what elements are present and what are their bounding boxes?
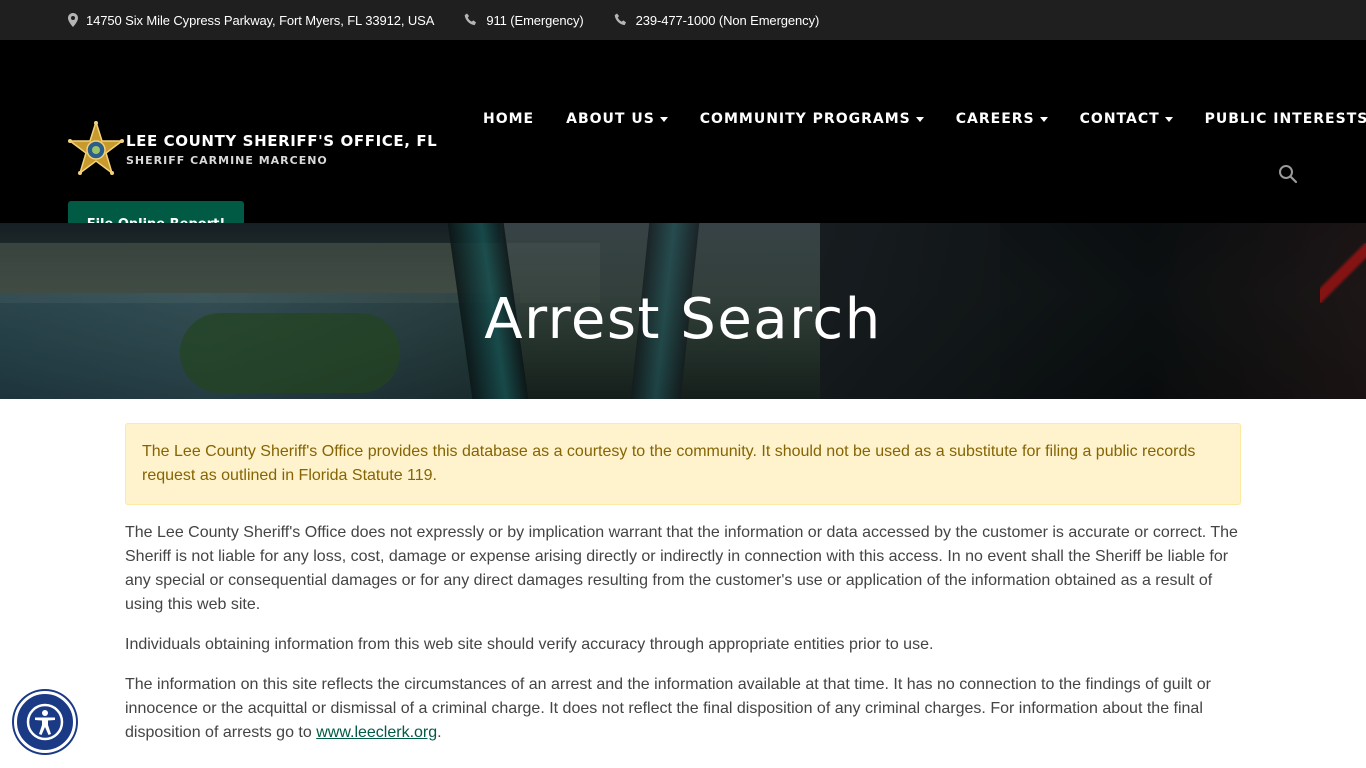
caret-down-icon bbox=[659, 116, 668, 122]
non-emergency-phone[interactable]: 239-477-1000 (Non Emergency) bbox=[636, 13, 820, 28]
hero-banner: Arrest Search bbox=[0, 223, 1366, 399]
leeclerk-link[interactable]: www.leeclerk.org bbox=[316, 724, 437, 741]
address-text: 14750 Six Mile Cypress Parkway, Fort Mye… bbox=[86, 12, 435, 28]
nav-community-programs-label: COMMUNITY PROGRAMS bbox=[699, 111, 911, 127]
accessibility-badge bbox=[14, 691, 76, 753]
nav-public-interests-label: PUBLIC INTERESTS bbox=[1204, 111, 1366, 127]
nav-community-programs[interactable]: COMMUNITY PROGRAMS bbox=[700, 111, 924, 127]
main-navigation: HOME ABOUT US COMMUNITY PROGRAMS CAREERS… bbox=[483, 111, 1366, 127]
nav-contact[interactable]: CONTACT bbox=[1080, 111, 1173, 127]
disclaimer-paragraph: The Lee County Sheriff's Office does not… bbox=[125, 524, 1238, 613]
brand-title: LEE COUNTY SHERIFF'S OFFICE, FL bbox=[126, 131, 438, 150]
top-contact-bar: 14750 Six Mile Cypress Parkway, Fort Mye… bbox=[0, 0, 1366, 40]
nav-home-label: HOME bbox=[483, 111, 535, 127]
search-icon bbox=[1279, 165, 1298, 184]
circumstances-text: The information on this site reflects th… bbox=[125, 676, 1211, 741]
nav-about-us[interactable]: ABOUT US bbox=[566, 111, 668, 127]
main-content: The Lee County Sheriff's Office provides… bbox=[125, 423, 1241, 761]
site-brand[interactable]: LEE COUNTY SHERIFF'S OFFICE, FL SHERIFF … bbox=[68, 121, 437, 177]
brand-subtitle: SHERIFF CARMINE MARCENO bbox=[126, 153, 328, 167]
phone-icon bbox=[465, 13, 477, 26]
address-item: 14750 Six Mile Cypress Parkway, Fort Mye… bbox=[68, 13, 434, 28]
nav-home[interactable]: HOME bbox=[483, 111, 534, 127]
nav-contact-label: CONTACT bbox=[1079, 111, 1160, 127]
map-marker-icon bbox=[68, 13, 78, 27]
sheriff-star-badge-logo bbox=[68, 121, 124, 175]
emergency-item[interactable]: 911 (Emergency) bbox=[464, 13, 584, 28]
page-title: Arrest Search bbox=[484, 287, 882, 352]
verify-paragraph: Individuals obtaining information from t… bbox=[125, 636, 934, 653]
emergency-phone[interactable]: 911 (Emergency) bbox=[486, 13, 583, 28]
caret-down-icon bbox=[1039, 116, 1048, 122]
courtesy-alert: The Lee County Sheriff's Office provides… bbox=[125, 423, 1241, 505]
circumstances-paragraph: The information on this site reflects th… bbox=[125, 673, 1241, 745]
nav-about-us-label: ABOUT US bbox=[566, 111, 655, 127]
circumstances-end: . bbox=[437, 724, 442, 741]
accessibility-icon bbox=[26, 703, 64, 741]
caret-down-icon bbox=[915, 116, 924, 122]
search-button[interactable] bbox=[1278, 164, 1300, 186]
nav-careers[interactable]: CAREERS bbox=[956, 111, 1048, 127]
phone-icon bbox=[614, 13, 626, 26]
accessibility-button[interactable] bbox=[12, 689, 78, 755]
nav-public-interests[interactable]: PUBLIC INTERESTS bbox=[1205, 111, 1366, 127]
non-emergency-item[interactable]: 239-477-1000 (Non Emergency) bbox=[614, 13, 820, 28]
caret-down-icon bbox=[1164, 116, 1173, 122]
site-header: LEE COUNTY SHERIFF'S OFFICE, FL SHERIFF … bbox=[0, 40, 1366, 247]
nav-careers-label: CAREERS bbox=[955, 111, 1035, 127]
